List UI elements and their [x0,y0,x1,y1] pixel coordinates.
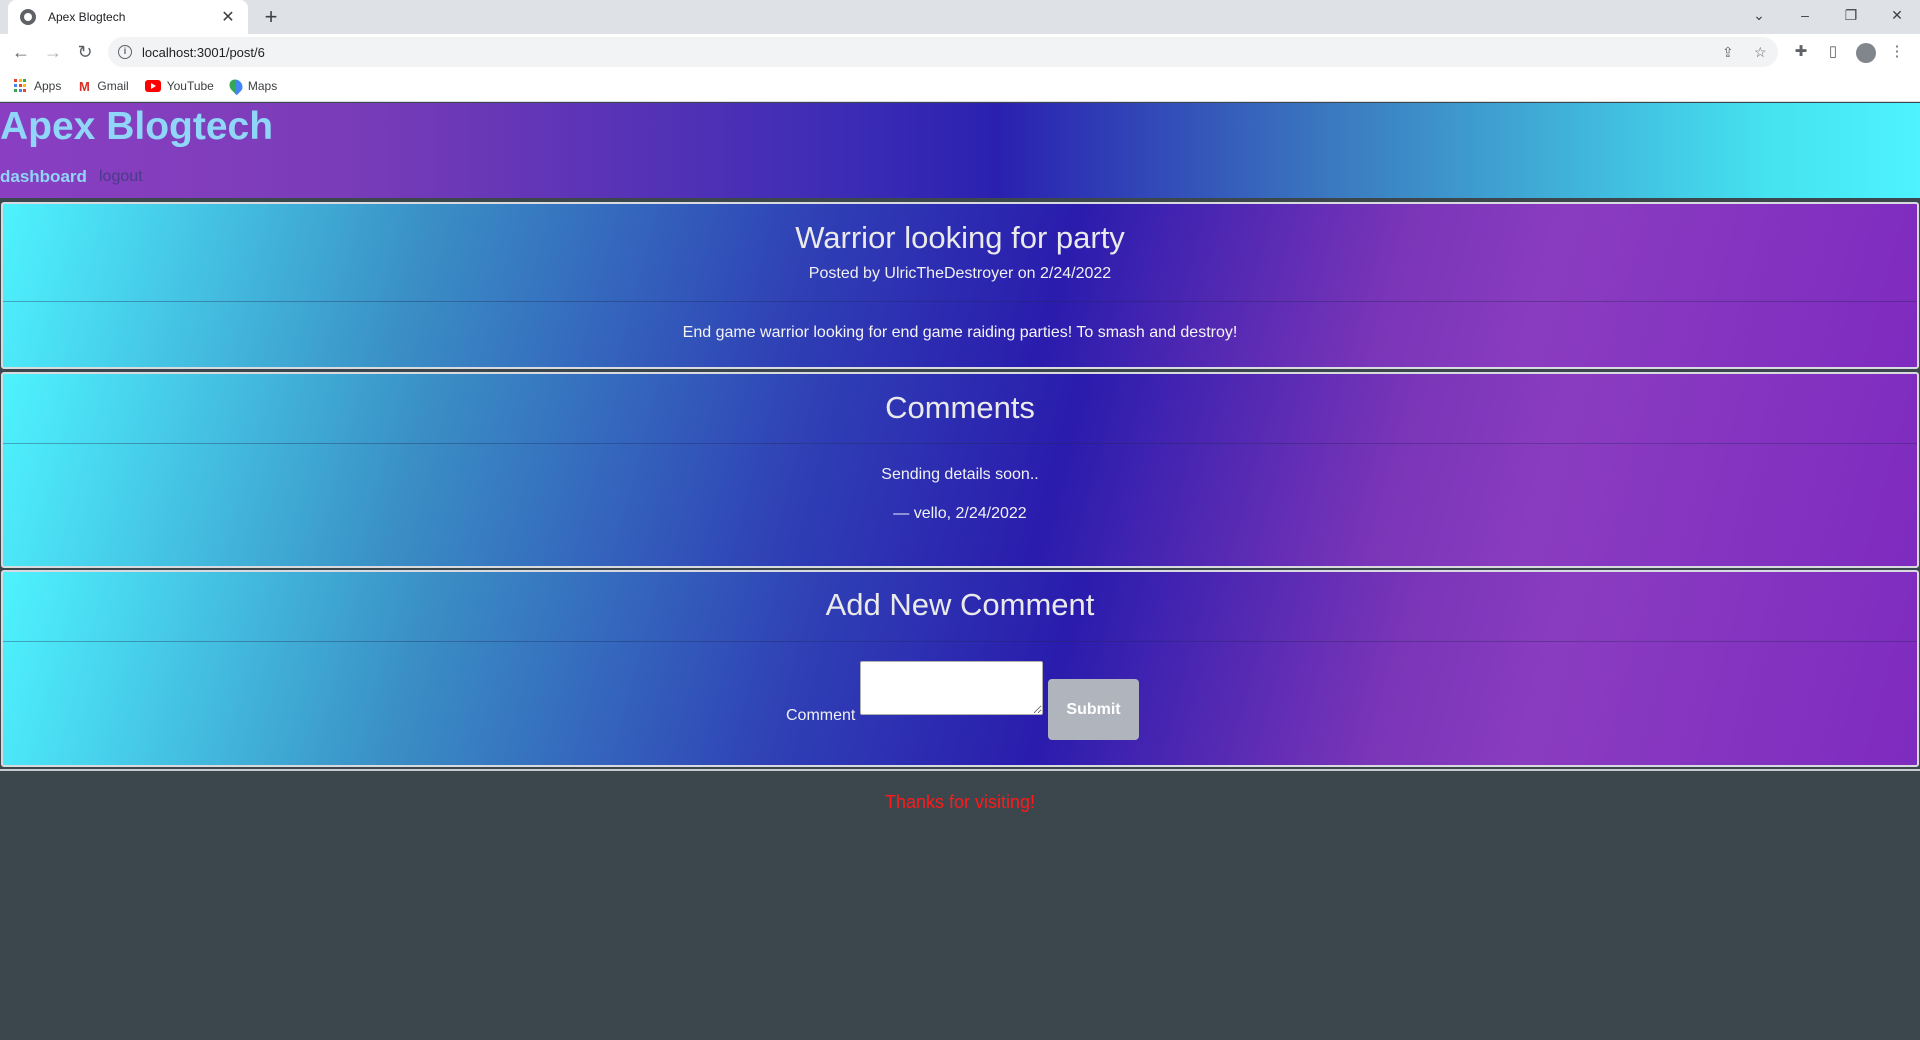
browser-tab[interactable]: Apex Blogtech ✕ [8,0,248,34]
profile-avatar-icon[interactable] [1856,43,1876,63]
youtube-icon [144,79,161,92]
comments-header: Comments [3,374,1917,444]
close-tab-icon[interactable]: ✕ [220,7,236,27]
close-window-button[interactable]: ✕ [1874,0,1920,30]
bookmark-gmail[interactable]: M Gmail [77,78,129,94]
nav-logout-link[interactable]: logout [99,168,143,186]
address-bar[interactable]: i localhost:3001/post/6 ⇪ ☆ [108,37,1778,67]
side-panel-icon[interactable]: ▯ [1820,39,1846,65]
bookmark-maps[interactable]: Maps [226,76,278,95]
apps-icon [14,78,28,93]
menu-kebab-icon[interactable]: ⋮ [1884,39,1910,65]
post-body: End game warrior looking for end game ra… [682,324,1238,341]
tab-title: Apex Blogtech [48,10,126,24]
submit-button[interactable]: Submit [1048,679,1139,740]
site-header: Apex Blogtech dashboard logout [0,103,1920,198]
restore-button[interactable]: ❐ [1828,0,1874,30]
post-byline: Posted by UlricTheDestroyer on 2/24/2022 [808,265,1112,282]
comment-label: Comment [786,707,856,724]
comments-heading: Comments [885,390,1035,425]
forward-icon[interactable]: → [40,39,66,65]
maps-icon [226,76,246,95]
tab-strip: Apex Blogtech ✕ + ⌄ – ❐ ✕ [0,0,1920,34]
comment-text: Sending details soon.. [881,466,1039,483]
comment-textarea[interactable] [860,661,1043,715]
share-icon[interactable]: ⇪ [1722,37,1734,67]
add-comment-card: Add New Comment Comment Submit [1,570,1919,767]
post-title: Warrior looking for party [795,220,1125,255]
bookmark-label: YouTube [166,78,214,93]
globe-icon [20,9,36,25]
comments-card: Comments Sending details soon.. — vello,… [1,372,1919,568]
bookmark-label: Gmail [97,78,129,93]
comment-meta: — vello, 2/24/2022 [893,505,1027,522]
minimize-button[interactable]: – [1782,0,1828,30]
add-comment-heading: Add New Comment [825,587,1095,622]
nav-dashboard-link[interactable]: dashboard [0,167,87,187]
browser-toolbar: ← → ↻ i localhost:3001/post/6 ⇪ ☆ ✚ ▯ ⋮ [0,34,1920,70]
footer-divider [0,769,1920,771]
new-tab-button[interactable]: + [258,4,284,30]
add-comment-header: Add New Comment [3,572,1917,642]
footer-text: Thanks for visiting! [884,792,1036,812]
extensions-icon[interactable]: ✚ [1788,39,1814,65]
post-card: Warrior looking for party Posted by Ulri… [1,202,1919,369]
bookmark-label: Maps [247,78,278,93]
bookmark-star-icon[interactable]: ☆ [1754,37,1767,67]
bookmark-youtube[interactable]: YouTube [144,78,214,93]
bookmark-label: Apps [34,78,62,93]
bookmarks-bar: Apps M Gmail YouTube Maps [0,70,1920,102]
gmail-icon: M [78,78,90,94]
tab-search-icon[interactable]: ⌄ [1736,0,1782,30]
reload-icon[interactable]: ↻ [72,39,98,65]
site-title[interactable]: Apex Blogtech [0,105,273,149]
site-info-icon[interactable]: i [118,45,132,59]
url-text: localhost:3001/post/6 [142,44,265,60]
comment-form: Comment Submit [3,661,1917,740]
comment-item: Sending details soon.. — vello, 2/24/202… [3,444,1917,523]
page-viewport: Apex Blogtech dashboard logout Warrior l… [0,103,1920,1040]
back-icon[interactable]: ← [8,39,34,65]
bookmark-apps[interactable]: Apps [14,78,62,93]
post-header: Warrior looking for party Posted by Ulri… [3,204,1917,302]
